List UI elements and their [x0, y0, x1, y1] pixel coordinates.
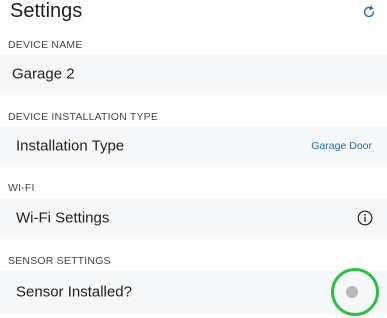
- header: Settings: [0, 0, 387, 28]
- toggle-knob: [346, 286, 358, 298]
- wifi-settings-row[interactable]: Wi-Fi Settings: [0, 198, 387, 238]
- sensor-installed-toggle[interactable]: [331, 268, 379, 316]
- sensor-installed-row: Sensor Installed?: [0, 268, 387, 316]
- section-label-installation-type: DEVICE INSTALLATION TYPE: [8, 111, 159, 123]
- wifi-settings-label: Wi-Fi Settings: [16, 209, 110, 227]
- installation-type-label: Installation Type: [16, 137, 125, 155]
- page-title: Settings: [10, 0, 83, 22]
- refresh-icon[interactable]: [361, 4, 377, 20]
- section-label-wifi: WI-FI: [8, 182, 35, 194]
- installation-type-value[interactable]: Garage Door: [311, 140, 372, 152]
- device-name-value: Garage 2: [12, 65, 75, 83]
- device-name-field[interactable]: Garage 2: [0, 54, 387, 94]
- section-label-sensor-settings: SENSOR SETTINGS: [8, 255, 111, 267]
- installation-type-row[interactable]: Installation Type Garage Door: [0, 126, 387, 166]
- section-label-device-name: DEVICE NAME: [8, 39, 83, 51]
- info-icon[interactable]: [357, 210, 373, 226]
- sensor-installed-label: Sensor Installed?: [16, 283, 132, 301]
